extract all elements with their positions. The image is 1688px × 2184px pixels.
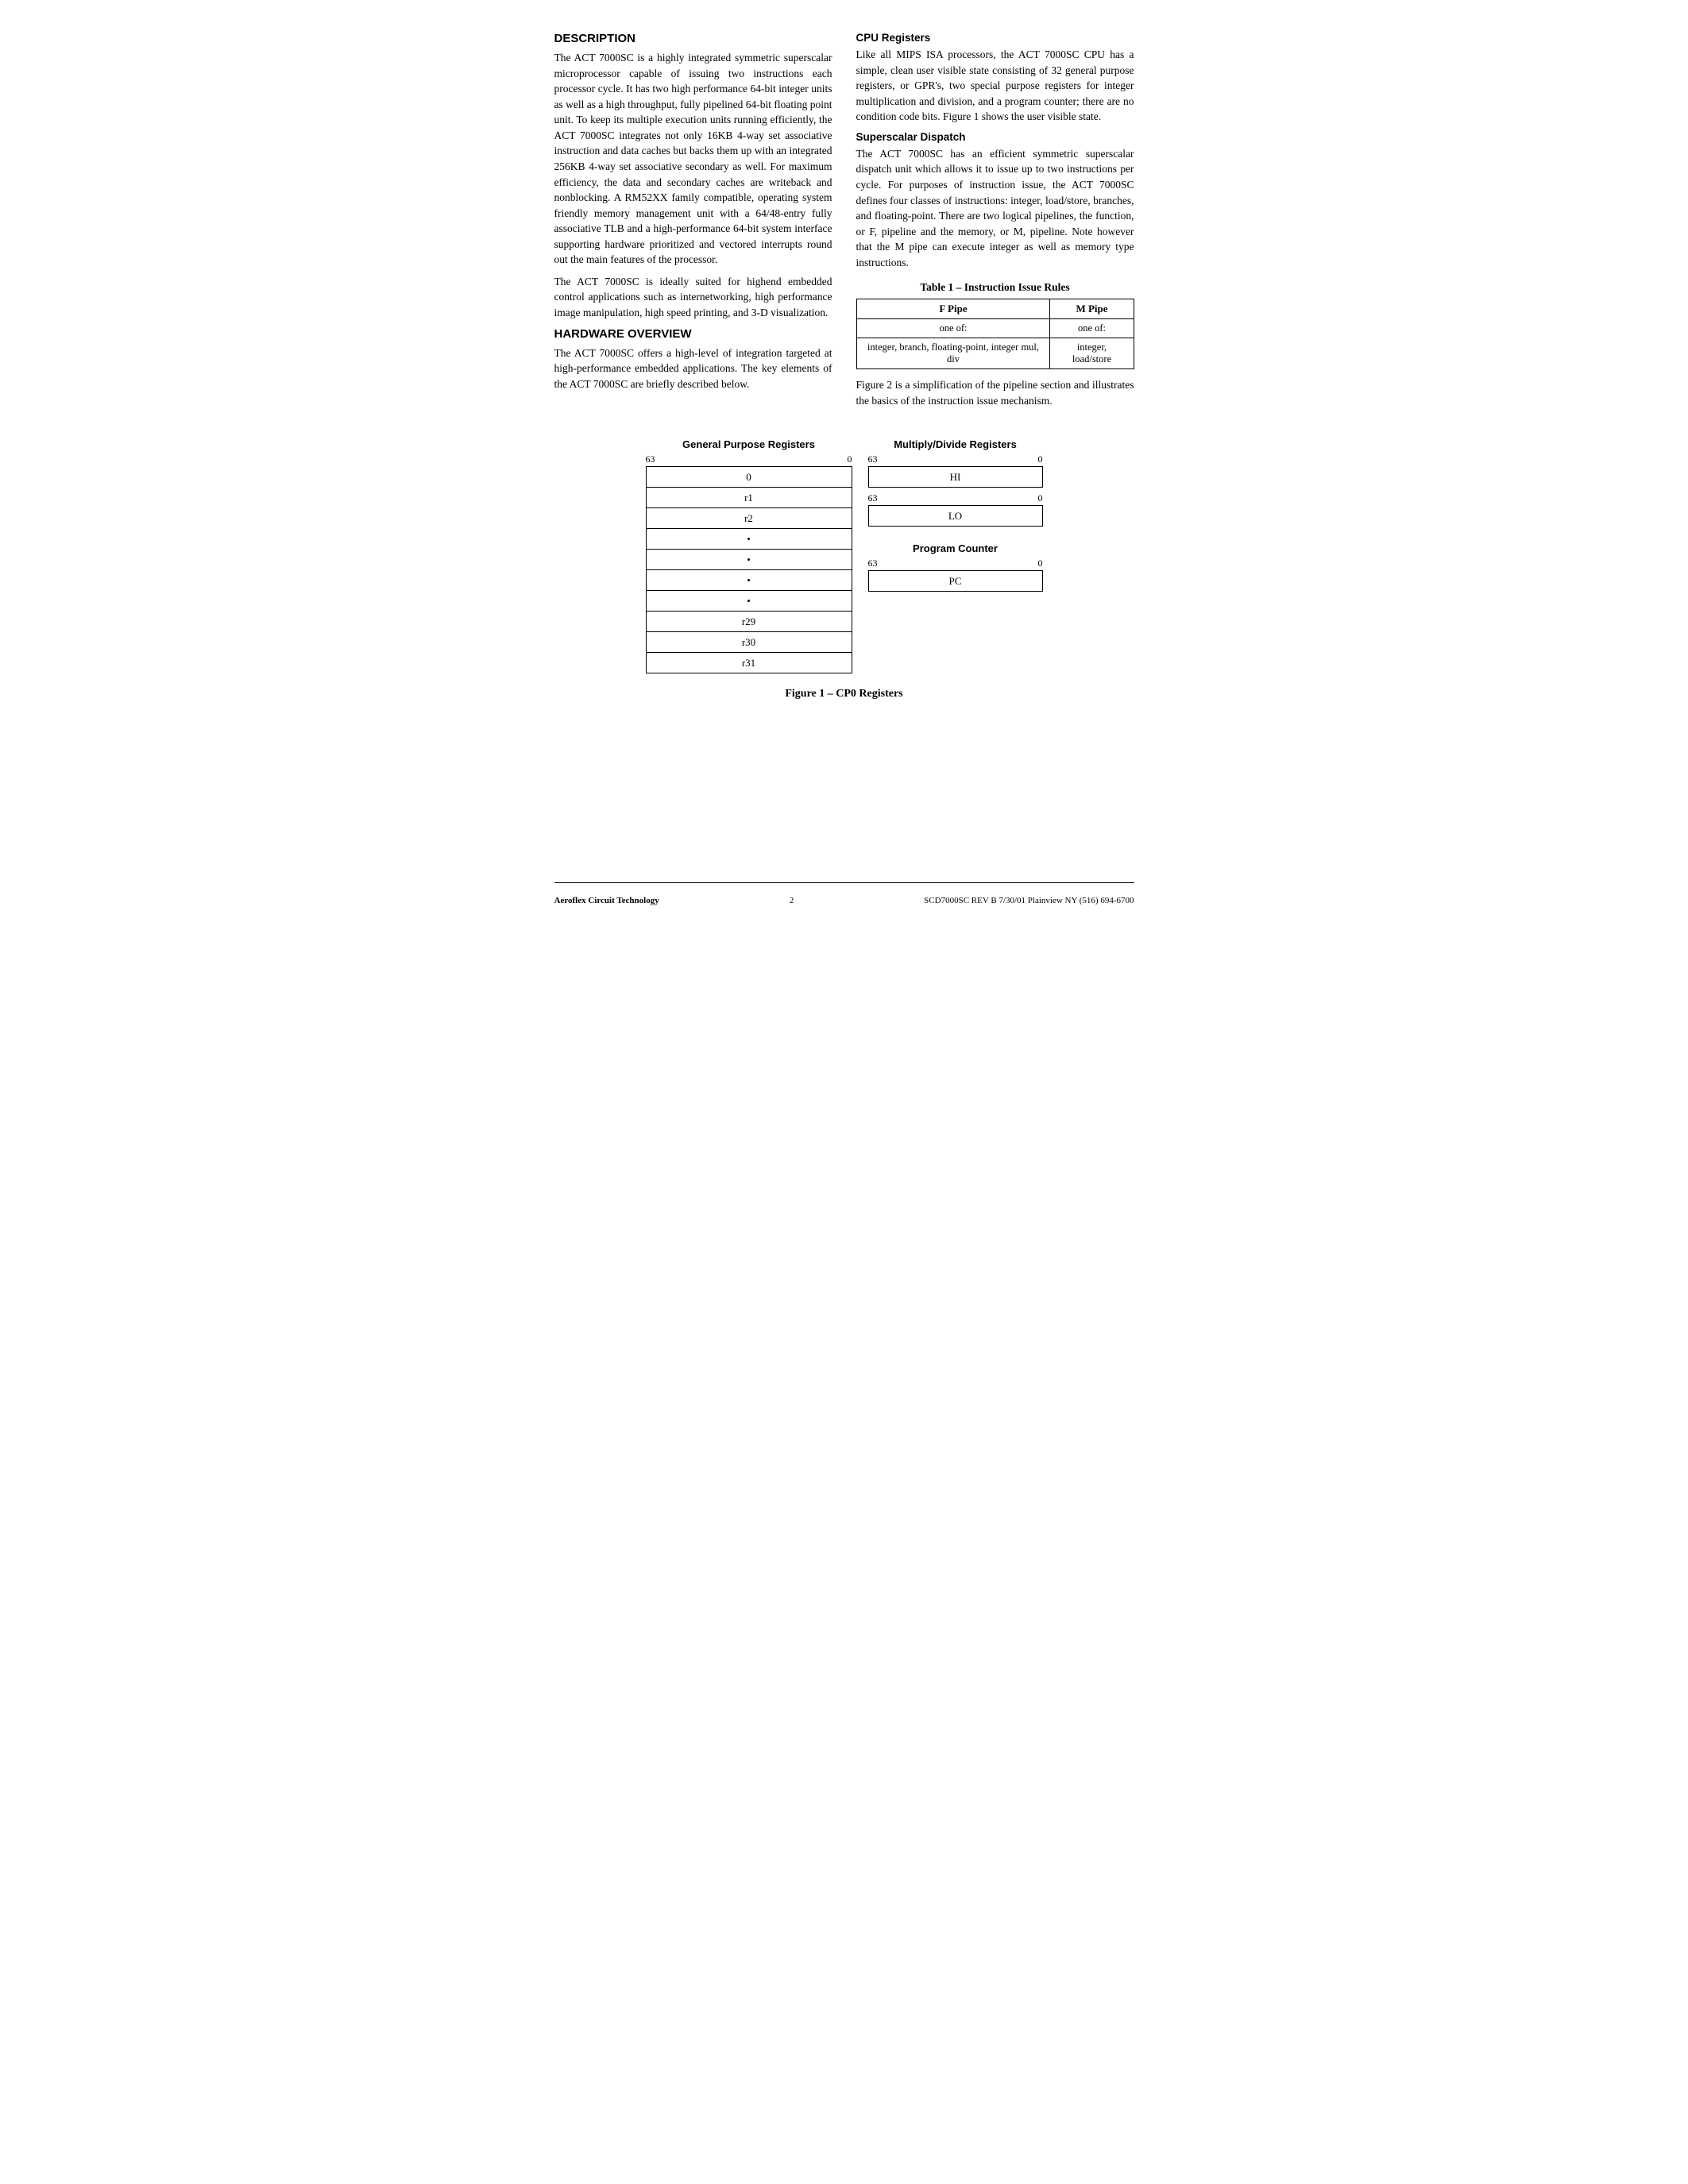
instruction-issue-table: F Pipe M Pipe one of: one of: integer, b… (856, 299, 1134, 369)
table-cell-fpipe-oneof: one of: (856, 319, 1050, 338)
page: DESCRIPTION The ACT 7000SC is a highly i… (554, 32, 1134, 905)
lo-bit-high: 63 (868, 492, 878, 504)
gpr-row-dot3: • (646, 570, 852, 591)
footer-left: Aeroflex Circuit Technology (554, 896, 659, 905)
gpr-row-r1: r1 (646, 488, 852, 508)
table-header-fpipe: F Pipe (856, 299, 1050, 319)
program-counter-diagram: Program Counter 63 0 PC (868, 542, 1043, 592)
hi-table: HI (868, 466, 1043, 488)
description-para-2: The ACT 7000SC is ideally suited for hig… (554, 274, 832, 321)
table-row: • (646, 550, 852, 570)
hardware-overview-para: The ACT 7000SC offers a high-level of in… (554, 345, 832, 392)
footer-center: 2 (790, 896, 794, 905)
cpu-registers-title: CPU Registers (856, 32, 1134, 44)
table-cell-mpipe-types: integer, load/store (1050, 338, 1134, 369)
footer-right: SCD7000SC REV B 7/30/01 Plainview NY (51… (924, 896, 1134, 905)
hardware-overview-title: HARDWARE OVERVIEW (554, 327, 832, 341)
pc-cell: PC (868, 571, 1042, 592)
gpr-bit-row: 63 0 (646, 453, 852, 465)
lo-bit-row: 63 0 (868, 492, 1043, 504)
lo-table: LO (868, 505, 1043, 527)
gpr-bit-high: 63 (646, 453, 655, 465)
table-row: r2 (646, 508, 852, 529)
table-row: 0 (646, 467, 852, 488)
hi-bit-row: 63 0 (868, 453, 1043, 465)
hi-bit-low: 0 (1038, 453, 1043, 465)
table-row: • (646, 570, 852, 591)
table-row: r29 (646, 612, 852, 632)
pc-bit-row: 63 0 (868, 558, 1043, 569)
gpr-row-dot4: • (646, 591, 852, 612)
gpr-bit-low: 0 (848, 453, 852, 465)
pc-bit-low: 0 (1038, 558, 1043, 569)
cpu-registers-para: Like all MIPS ISA processors, the ACT 70… (856, 47, 1134, 125)
gpr-row-0: 0 (646, 467, 852, 488)
superscalar-dispatch-title: Superscalar Dispatch (856, 131, 1134, 143)
instruction-issue-rules-title: Table 1 – Instruction Issue Rules (856, 281, 1134, 294)
right-diagrams: Multiply/Divide Registers 63 0 HI 63 0 L… (868, 438, 1043, 592)
pipeline-note: Figure 2 is a simplification of the pipe… (856, 377, 1134, 408)
multiply-divide-diagram: Multiply/Divide Registers 63 0 HI 63 0 L… (868, 438, 1043, 527)
gpr-row-dot2: • (646, 550, 852, 570)
multiply-divide-label: Multiply/Divide Registers (894, 438, 1017, 450)
description-title: DESCRIPTION (554, 32, 832, 45)
gpr-row-r30: r30 (646, 632, 852, 653)
gpr-row-r2: r2 (646, 508, 852, 529)
lo-cell: LO (868, 506, 1042, 527)
lo-bit-low: 0 (1038, 492, 1043, 504)
pc-table: PC (868, 570, 1043, 592)
diagrams-section: General Purpose Registers 63 0 0 r1 r2 •… (554, 438, 1134, 673)
program-counter-label: Program Counter (913, 542, 998, 554)
table-row: r1 (646, 488, 852, 508)
table-row: • (646, 591, 852, 612)
right-column: CPU Registers Like all MIPS ISA processo… (856, 32, 1134, 415)
table-cell-mpipe-oneof: one of: (1050, 319, 1134, 338)
gpr-table: 0 r1 r2 • • • • r29 r30 r31 (646, 466, 852, 673)
table-row: PC (868, 571, 1042, 592)
gpr-row-r29: r29 (646, 612, 852, 632)
table-header-mpipe: M Pipe (1050, 299, 1134, 319)
description-para-1: The ACT 7000SC is a highly integrated sy… (554, 50, 832, 268)
table-row: r31 (646, 653, 852, 673)
pc-bit-high: 63 (868, 558, 878, 569)
left-column: DESCRIPTION The ACT 7000SC is a highly i… (554, 32, 832, 415)
superscalar-dispatch-para: The ACT 7000SC has an efficient symmetri… (856, 146, 1134, 271)
gpr-row-dot1: • (646, 529, 852, 550)
gpr-diagram: General Purpose Registers 63 0 0 r1 r2 •… (646, 438, 852, 673)
footer: Aeroflex Circuit Technology 2 SCD7000SC … (554, 882, 1134, 905)
gpr-row-r31: r31 (646, 653, 852, 673)
table-row: integer, branch, floating-point, integer… (856, 338, 1134, 369)
hi-bit-high: 63 (868, 453, 878, 465)
table-row: r30 (646, 632, 852, 653)
table-row: LO (868, 506, 1042, 527)
table-cell-fpipe-types: integer, branch, floating-point, integer… (856, 338, 1050, 369)
figure-caption: Figure 1 – CP0 Registers (554, 688, 1134, 700)
hi-cell: HI (868, 467, 1042, 488)
gpr-label: General Purpose Registers (682, 438, 815, 450)
table-row: • (646, 529, 852, 550)
table-row: one of: one of: (856, 319, 1134, 338)
main-content: DESCRIPTION The ACT 7000SC is a highly i… (554, 32, 1134, 415)
table-row: HI (868, 467, 1042, 488)
